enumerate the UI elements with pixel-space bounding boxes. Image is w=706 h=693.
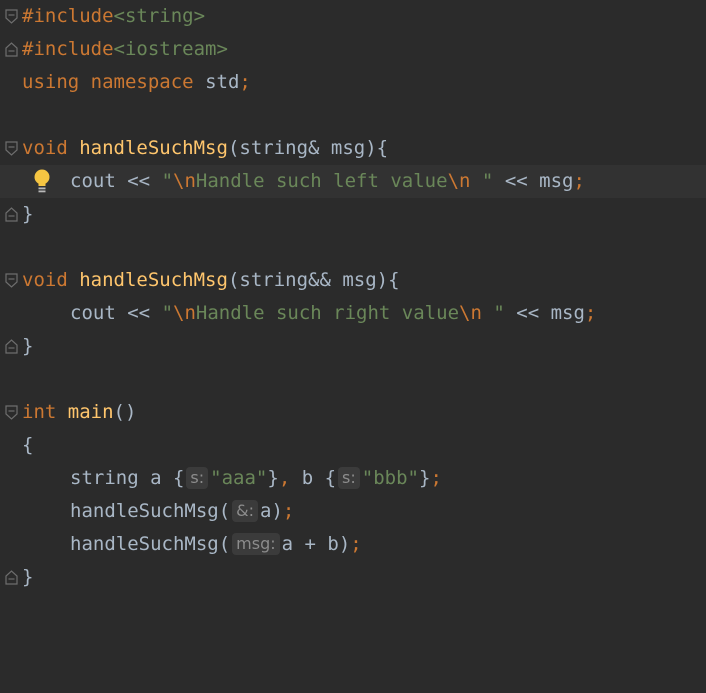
- function-call: handleSuchMsg(: [70, 533, 231, 555]
- closing-brace: }: [418, 467, 431, 489]
- keyword-namespace: namespace: [90, 71, 194, 93]
- closing-brace: }: [267, 467, 279, 489]
- parameter-hint: &:: [232, 500, 259, 522]
- return-type: void: [22, 137, 68, 159]
- parameter-list: (): [113, 401, 137, 423]
- code-line-9[interactable]: void handleSuchMsg(string&& msg){: [0, 264, 706, 297]
- code-line-3[interactable]: using namespace std;: [0, 66, 706, 99]
- semicolon: ;: [282, 500, 295, 522]
- fold-marker-icon[interactable]: [5, 207, 18, 222]
- parameter-hint: s:: [338, 467, 360, 489]
- call-argument: a + b): [281, 533, 351, 555]
- semicolon: ;: [239, 71, 251, 93]
- keyword-using: using: [22, 71, 80, 93]
- code-editor[interactable]: #include<string> #include<iostream> usin…: [0, 0, 706, 594]
- function-name: handleSuchMsg: [79, 269, 228, 291]
- fold-marker-icon[interactable]: [5, 405, 18, 420]
- return-type: int: [22, 401, 57, 423]
- function-call: handleSuchMsg(: [70, 500, 231, 522]
- fold-marker-icon[interactable]: [5, 9, 18, 24]
- fold-marker-icon[interactable]: [5, 141, 18, 156]
- string-literal: "bbb": [361, 467, 419, 489]
- closing-brace: }: [22, 203, 34, 225]
- declaration-a: a {: [150, 467, 185, 489]
- code-line-7[interactable]: }: [0, 198, 706, 231]
- closing-brace: }: [22, 335, 34, 357]
- string-quote: ": [161, 302, 174, 324]
- escape-sequence: \n: [173, 302, 196, 324]
- parameter-hint: s:: [186, 467, 209, 489]
- escape-sequence: \n: [447, 170, 471, 192]
- code-line-16[interactable]: handleSuchMsg(&: a);: [0, 495, 706, 528]
- function-name: handleSuchMsg: [79, 137, 228, 159]
- code-line-11[interactable]: }: [0, 330, 706, 363]
- string-literal: Handle such left value: [195, 170, 448, 192]
- code-line-10[interactable]: cout << "\nHandle such right value\n " <…: [0, 297, 706, 330]
- include-header: <iostream>: [113, 38, 228, 60]
- escape-sequence: \n: [459, 302, 482, 324]
- cout-identifier: cout: [70, 302, 116, 324]
- variable-msg: msg: [550, 302, 585, 324]
- include-directive: #include: [22, 5, 114, 27]
- declaration-b: b {: [301, 467, 337, 489]
- fold-marker-icon[interactable]: [5, 339, 18, 354]
- opening-brace: {: [22, 434, 34, 456]
- stream-operator: <<: [127, 170, 151, 192]
- return-type: void: [22, 269, 68, 291]
- parameter-list: (string&& msg){: [227, 269, 400, 291]
- code-line-17[interactable]: handleSuchMsg(msg: a + b);: [0, 528, 706, 561]
- code-line-1[interactable]: #include<string>: [0, 0, 706, 33]
- semicolon: ;: [430, 467, 442, 489]
- variable-msg: msg: [539, 170, 574, 192]
- fold-marker-icon[interactable]: [5, 273, 18, 288]
- code-line-6[interactable]: cout << "\nHandle such left value\n " <<…: [0, 165, 706, 198]
- string-quote: ": [161, 170, 174, 192]
- stream-operator: <<: [504, 170, 528, 192]
- string-quote: ": [481, 302, 505, 324]
- code-line-14[interactable]: {: [0, 429, 706, 462]
- fold-marker-icon[interactable]: [5, 570, 18, 585]
- include-header: <string>: [113, 5, 206, 27]
- semicolon: ;: [350, 533, 362, 555]
- code-line-18[interactable]: }: [0, 561, 706, 594]
- semicolon: ;: [573, 170, 585, 192]
- parameter-hint: msg:: [232, 533, 280, 555]
- type-string: string: [70, 467, 139, 489]
- include-directive: #include: [22, 38, 114, 60]
- string-literal: "aaa": [210, 467, 268, 489]
- string-quote: ": [470, 170, 494, 192]
- escape-sequence: \n: [173, 170, 196, 192]
- code-line-5[interactable]: void handleSuchMsg(string& msg){: [0, 132, 706, 165]
- parameter-list: (string& msg){: [227, 137, 389, 159]
- lightbulb-icon[interactable]: [33, 168, 51, 194]
- closing-brace: }: [22, 566, 34, 588]
- call-argument: a): [260, 500, 283, 522]
- code-line-2[interactable]: #include<iostream>: [0, 33, 706, 66]
- stream-operator: <<: [127, 302, 151, 324]
- cout-identifier: cout: [70, 170, 116, 192]
- string-literal: Handle such right value: [195, 302, 460, 324]
- comma: ,: [278, 467, 291, 489]
- code-line-13[interactable]: int main(): [0, 396, 706, 429]
- namespace-name: std: [205, 71, 240, 93]
- stream-operator: <<: [516, 302, 540, 324]
- semicolon: ;: [584, 302, 597, 324]
- code-line-15[interactable]: string a {s: "aaa"}, b {s: "bbb"};: [0, 462, 706, 495]
- function-name: main: [67, 401, 114, 423]
- fold-marker-icon[interactable]: [5, 42, 18, 57]
